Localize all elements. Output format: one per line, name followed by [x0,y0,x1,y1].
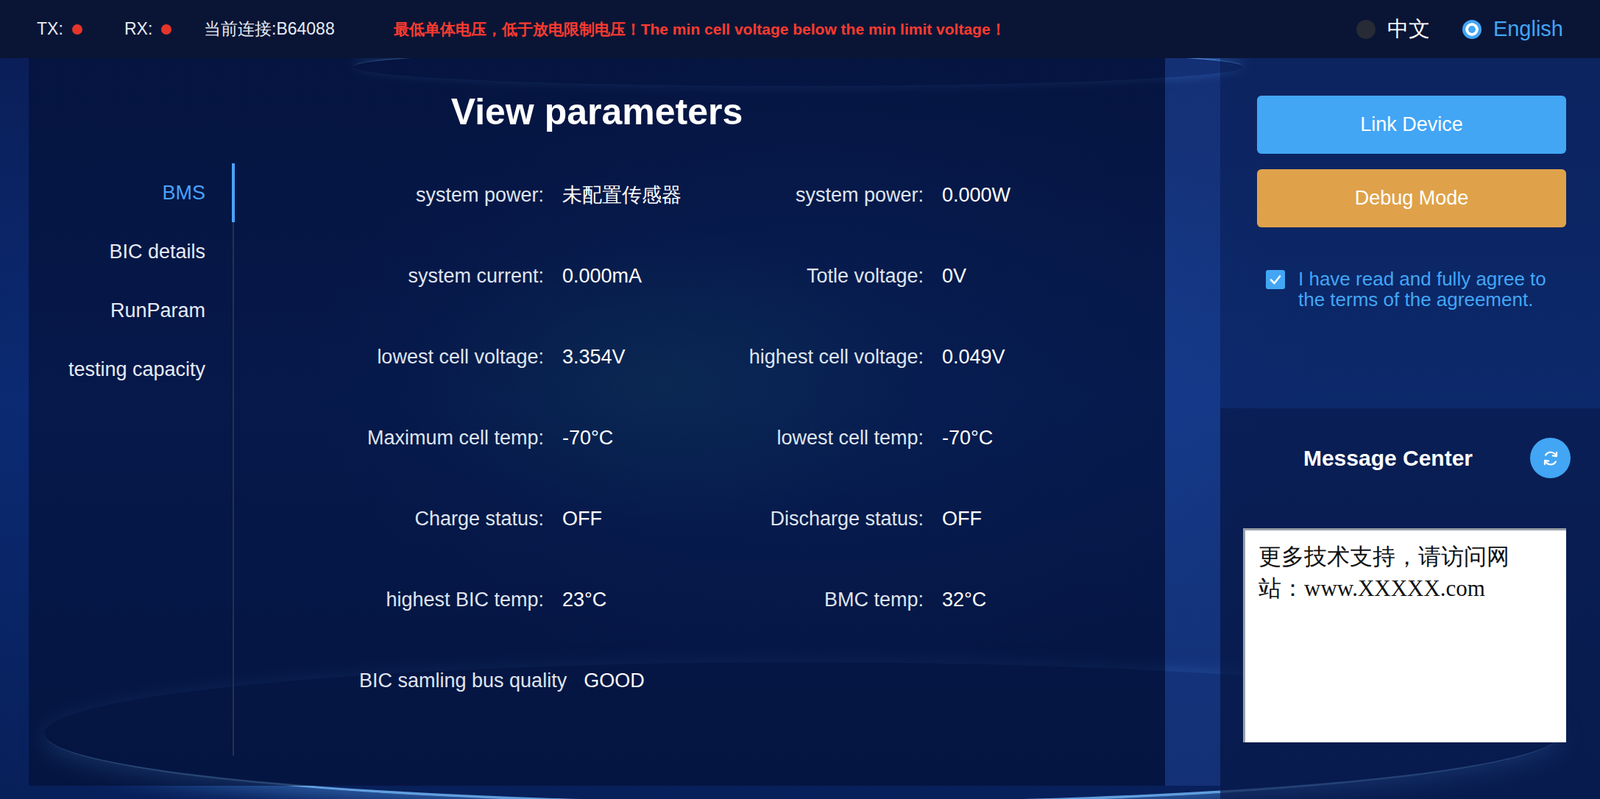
parameter-value: -70°C [923,426,1166,450]
action-button[interactable]: Debug Mode [1257,169,1567,228]
sidebar: BMSBIC detailsRunParamtesting capacity [28,58,272,787]
page-title: View parameters [271,58,923,134]
parameter-label: system power: [728,183,924,207]
parameter-label: lowest cell temp: [728,426,924,450]
nav-list: BMSBIC detailsRunParamtesting capacity [28,163,235,756]
parameter-label: lowest cell voltage: [271,345,544,369]
refresh-button[interactable] [1530,437,1571,479]
status-dot-icon [72,24,83,35]
parameter-label: BMC temp: [728,588,924,612]
sidebar-item[interactable]: testing capacity [28,340,235,399]
message-box: 更多技术支持，请访问网站：www.XXXXX.com [1243,528,1567,743]
parameter-grid: system power:未配置传感器system power:0.000Wsy… [271,154,1166,722]
language-radio[interactable]: English [1462,16,1564,42]
language-label[interactable]: English [1493,16,1564,42]
connection-label: 当前连接:B64088 [203,17,335,41]
radio-icon[interactable] [1356,19,1376,40]
main-panel: BMSBIC detailsRunParamtesting capacity Vi… [28,58,1166,787]
indicator-label: TX: [36,19,64,40]
parameter-value: 0V [923,264,1166,288]
parameter-value: 23°C [543,588,729,612]
indicator: TX: [36,19,125,40]
parameter-label: highest BIC temp: [271,588,544,612]
indicator: RX: [124,19,212,40]
action-button[interactable]: Link Device [1257,95,1567,154]
checkbox-icon[interactable] [1265,270,1286,290]
language-switch: 中文 English [1356,14,1564,45]
radio-icon[interactable] [1462,19,1482,40]
parameter-label: Totle voltage: [728,264,924,288]
alarm-message: 最低单体电压，低于放电限制电压！The min cell voltage bel… [393,19,1007,40]
parameter-value: 0.049V [923,345,1166,369]
sidebar-item[interactable]: BIC details [28,222,235,282]
parameter-row: BIC samling bus quality GOOD [271,669,1166,693]
checkmark-icon [1268,272,1283,288]
parameter-value: OFF [923,507,1166,531]
parameter-value: OFF [543,507,729,531]
parameter-value: 0.000mA [543,264,729,288]
parameter-label: Maximum cell temp: [271,426,544,450]
status-dot-icon [161,24,172,35]
body: BMSBIC detailsRunParamtesting capacity Vi… [0,58,1600,799]
sidebar-item[interactable]: RunParam [28,281,235,341]
actions-card: Link Device Debug Mode I have read and ful… [1220,58,1600,409]
parameter-label: system power: [271,183,544,207]
parameter-value: 未配置传感器 [543,181,729,209]
parameter-value: 3.354V [543,345,729,369]
indicator-label: RX: [124,19,153,40]
refresh-icon [1541,448,1561,469]
message-center-header: Message Center [1220,437,1600,479]
parameter-label: highest cell voltage: [728,345,924,369]
parameter-value: GOOD [583,669,645,693]
parameter-value: -70°C [543,426,729,450]
parameters-section: View parameterssystem power:未配置传感器system… [271,58,1166,787]
language-label[interactable]: 中文 [1387,14,1430,45]
parameter-label: BIC samling bus quality [359,669,567,693]
message-center: Message Center 更多技术支持，请访问网站：www.XXXXX.com [1220,408,1600,799]
message-text: 更多技术支持，请访问网站：www.XXXXX.com [1258,540,1530,605]
parameter-label: Discharge status: [728,507,924,531]
divider-strip [1165,58,1221,787]
agreement-text[interactable]: I have read and fully agree to the terms… [1298,268,1556,310]
parameter-label: system current: [271,264,544,288]
sidebar-item[interactable]: BMS [28,163,235,223]
app-root: TX: RX: 当前连接:B64088 最低单体电压，低于放电限制电压！The min… [0,0,1600,799]
parameter-label: Charge status: [271,507,544,531]
parameter-value: 0.000W [923,183,1166,207]
parameter-value: 32°C [923,588,1166,612]
right-panel: Link Device Debug Mode I have read and ful… [1220,58,1600,799]
agreement-checkbox[interactable]: I have read and fully agree to the terms… [1257,268,1600,310]
language-radio[interactable]: 中文 [1356,14,1430,45]
status-bar: TX: RX: 当前连接:B64088 最低单体电压，低于放电限制电压！The min… [0,0,1600,59]
message-center-title: Message Center [1303,445,1473,472]
